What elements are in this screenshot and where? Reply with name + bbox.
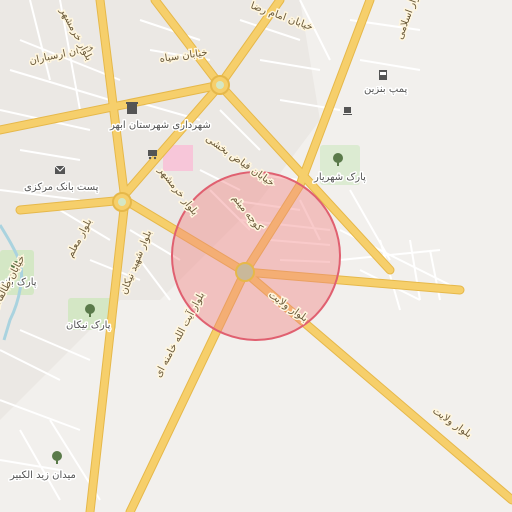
label-park-nikan: پارک نیکان (66, 320, 111, 331)
center-roundabout (235, 262, 255, 282)
map-canvas[interactable]: شهرداری شهرستان ابهر پست بانک مرکزی پمپ … (0, 0, 512, 512)
post-bank-icon[interactable] (54, 165, 66, 174)
municipality-icon[interactable] (126, 102, 138, 114)
highlight-circle[interactable] (171, 171, 341, 341)
label-gas-station: پمپ بنزین (364, 84, 407, 95)
roundabout-north-center (216, 81, 224, 89)
label-municipality: شهرداری شهرستان ابهر (109, 120, 211, 131)
map-view[interactable]: شهرداری شهرستان ابهر پست بانک مرکزی پمپ … (0, 0, 512, 512)
label-post-bank: پست بانک مرکزی (24, 182, 99, 193)
gas-station-icon[interactable] (379, 70, 387, 80)
label-square-zeid: میدان زید الکبیر (9, 470, 76, 481)
label-park-shahriar: پارک شهریار (313, 172, 366, 183)
roundabout-west-center (118, 198, 126, 206)
